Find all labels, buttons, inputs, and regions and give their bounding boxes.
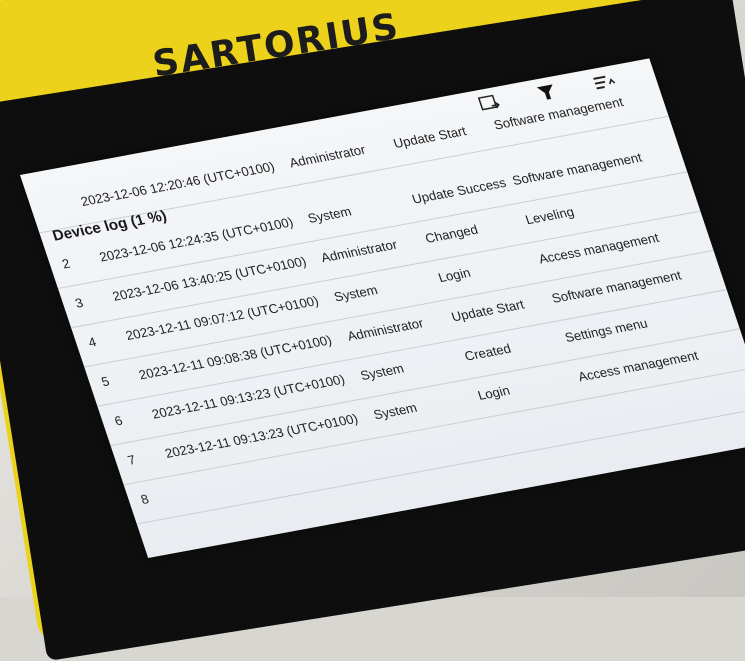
- user-cell: System: [371, 399, 419, 423]
- row-number: 8: [138, 491, 151, 508]
- category-cell: Leveling: [523, 204, 576, 228]
- action-cell: Created: [462, 340, 513, 364]
- user-cell: System: [358, 360, 406, 383]
- action-cell: Update Start: [391, 123, 469, 152]
- user-cell: System: [305, 203, 354, 226]
- action-cell: Update Start: [449, 296, 527, 325]
- row-number: 5: [99, 373, 112, 390]
- touch-screen: 2023-12-06 12:20:46 (UTC+0100) Administr…: [20, 58, 745, 559]
- action-cell: Login: [436, 264, 473, 286]
- user-cell: Administrator: [318, 236, 400, 266]
- row-number: 6: [112, 412, 125, 429]
- category-cell: Software management: [510, 149, 644, 188]
- timestamp-cell: 2023-12-06 12:20:46 (UTC+0100): [78, 158, 277, 209]
- user-cell: Administrator: [345, 315, 426, 344]
- category-cell: Settings menu: [562, 315, 650, 346]
- row-number: 2: [59, 255, 72, 272]
- user-cell: System: [332, 282, 380, 305]
- user-cell: Administrator: [287, 142, 368, 171]
- row-number: 4: [86, 334, 99, 350]
- action-cell: Login: [475, 382, 512, 403]
- action-cell: Update Success: [410, 174, 508, 207]
- action-cell: Changed: [423, 221, 480, 246]
- row-number: 7: [125, 452, 138, 468]
- row-number: 3: [73, 295, 86, 311]
